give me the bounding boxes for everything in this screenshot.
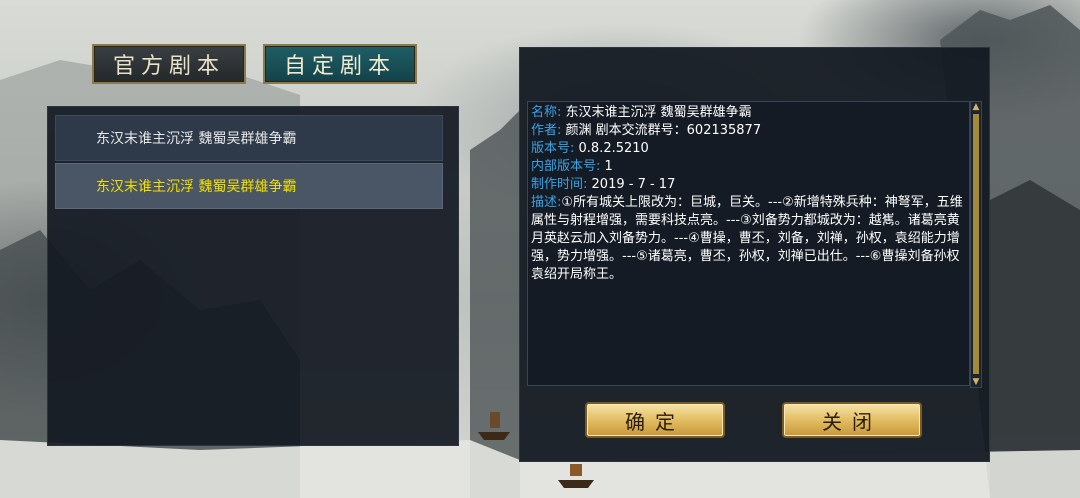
boat-icon — [478, 412, 510, 440]
version-row: 版本号: 0.8.2.5210 — [531, 140, 966, 158]
name-label: 名称: — [531, 105, 562, 120]
description-label: 描述: — [531, 195, 562, 210]
close-button[interactable]: 关闭 — [782, 402, 922, 438]
scroll-down-icon[interactable]: ▼ — [971, 377, 981, 387]
scenario-title: 东汉末谁主沉浮 魏蜀吴群雄争霸 — [96, 131, 297, 147]
created-label: 制作时间: — [531, 177, 588, 192]
created-value: 2019 - 7 - 17 — [591, 177, 676, 192]
description-row: 描述:①所有城关上限改为：巨城，巨关。---②新增特殊兵种：神弩军，五维属性与射… — [531, 194, 966, 284]
created-row: 制作时间: 2019 - 7 - 17 — [531, 176, 966, 194]
scenario-list-item[interactable]: 东汉末谁主沉浮 魏蜀吴群雄争霸 — [55, 115, 443, 161]
scenario-info-box: 名称: 东汉末谁主沉浮 魏蜀吴群雄争霸 作者: 颜渊 剧本交流群号：602135… — [527, 101, 970, 386]
scenario-list-panel: 东汉末谁主沉浮 魏蜀吴群雄争霸 东汉末谁主沉浮 魏蜀吴群雄争霸 — [47, 106, 459, 446]
scenario-title: 东汉末谁主沉浮 魏蜀吴群雄争霸 — [96, 179, 297, 195]
confirm-button[interactable]: 确定 — [585, 402, 725, 438]
name-value: 东汉末谁主沉浮 魏蜀吴群雄争霸 — [565, 105, 752, 120]
version-label: 版本号: — [531, 141, 575, 156]
author-row: 作者: 颜渊 剧本交流群号：602135877 — [531, 122, 966, 140]
description-value: ①所有城关上限改为：巨城，巨关。---②新增特殊兵种：神弩军，五维属性与射程增强… — [531, 195, 963, 282]
scenario-list-item-selected[interactable]: 东汉末谁主沉浮 魏蜀吴群雄争霸 — [55, 163, 443, 209]
version-value: 0.8.2.5210 — [578, 141, 649, 156]
author-value: 颜渊 剧本交流群号：602135877 — [565, 123, 762, 138]
name-row: 名称: 东汉末谁主沉浮 魏蜀吴群雄争霸 — [531, 104, 966, 122]
internal-version-label: 内部版本号: — [531, 159, 601, 174]
internal-version-row: 内部版本号: 1 — [531, 158, 966, 176]
tab-custom-scenarios[interactable]: 自定剧本 — [263, 44, 417, 84]
scrollbar-thumb[interactable] — [973, 114, 979, 374]
internal-version-value: 1 — [604, 159, 613, 174]
tab-official-scenarios[interactable]: 官方剧本 — [92, 44, 246, 84]
details-scrollbar[interactable]: ▲ ▼ — [970, 101, 982, 388]
scroll-up-icon[interactable]: ▲ — [971, 102, 981, 112]
author-label: 作者: — [531, 123, 562, 138]
scenario-details-panel: 名称: 东汉末谁主沉浮 魏蜀吴群雄争霸 作者: 颜渊 剧本交流群号：602135… — [519, 47, 990, 462]
boat-icon — [558, 464, 594, 488]
